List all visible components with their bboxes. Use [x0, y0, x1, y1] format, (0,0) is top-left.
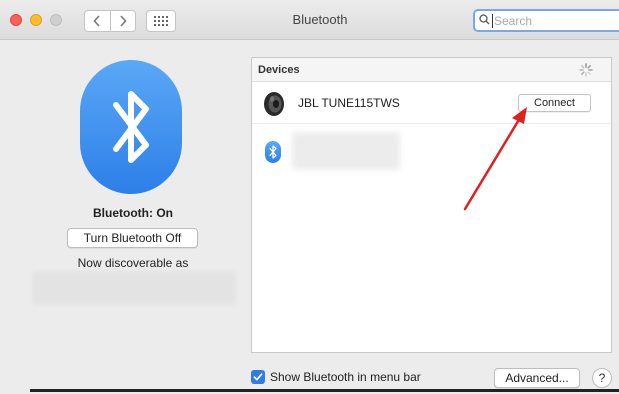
loading-spinner-icon	[579, 63, 593, 82]
bluetooth-logo-icon	[80, 60, 182, 194]
bluetooth-icon	[265, 141, 281, 163]
zoom-window-button[interactable]	[50, 14, 62, 26]
show-all-grid-icon	[154, 16, 168, 26]
search-placeholder: Search	[492, 13, 533, 28]
connect-button[interactable]: Connect	[518, 94, 591, 112]
search-field[interactable]: Search	[473, 9, 619, 32]
devices-list[interactable]: Devices JBL TUNE115TWS Connect	[251, 57, 612, 353]
show-in-menu-bar-checkbox[interactable]	[251, 370, 265, 384]
minimize-window-button[interactable]	[30, 14, 42, 26]
redacted-device-name	[292, 132, 400, 170]
navigation-buttons	[84, 10, 136, 32]
bottom-divider	[30, 389, 619, 392]
device-name: JBL TUNE115TWS	[298, 96, 400, 110]
advanced-button[interactable]: Advanced...	[494, 368, 580, 388]
search-icon	[479, 13, 490, 28]
checkmark-icon	[253, 373, 263, 381]
window-title: Bluetooth	[292, 12, 348, 27]
help-button[interactable]: ?	[592, 368, 612, 388]
devices-header: Devices	[252, 58, 611, 82]
chevron-right-icon	[120, 15, 127, 27]
title-bar: Bluetooth Search	[0, 0, 619, 40]
forward-button[interactable]	[109, 11, 136, 31]
discoverable-label: Now discoverable as	[77, 256, 189, 270]
speaker-icon	[262, 91, 286, 122]
redacted-computer-name	[32, 271, 236, 305]
close-window-button[interactable]	[10, 14, 22, 26]
bluetooth-preferences-window: Bluetooth Search Bluetooth: On Turn Blue…	[0, 0, 619, 394]
device-row-redacted[interactable]	[252, 124, 611, 174]
back-button[interactable]	[85, 11, 110, 31]
device-row-jbl[interactable]: JBL TUNE115TWS Connect	[252, 82, 611, 124]
devices-header-label: Devices	[258, 64, 300, 76]
bluetooth-status-label: Bluetooth: On	[93, 206, 173, 220]
show-in-menu-bar-label[interactable]: Show Bluetooth in menu bar	[270, 370, 421, 384]
turn-bluetooth-off-button[interactable]: Turn Bluetooth Off	[67, 228, 198, 248]
chevron-left-icon	[93, 15, 100, 27]
show-all-button[interactable]	[146, 10, 176, 32]
